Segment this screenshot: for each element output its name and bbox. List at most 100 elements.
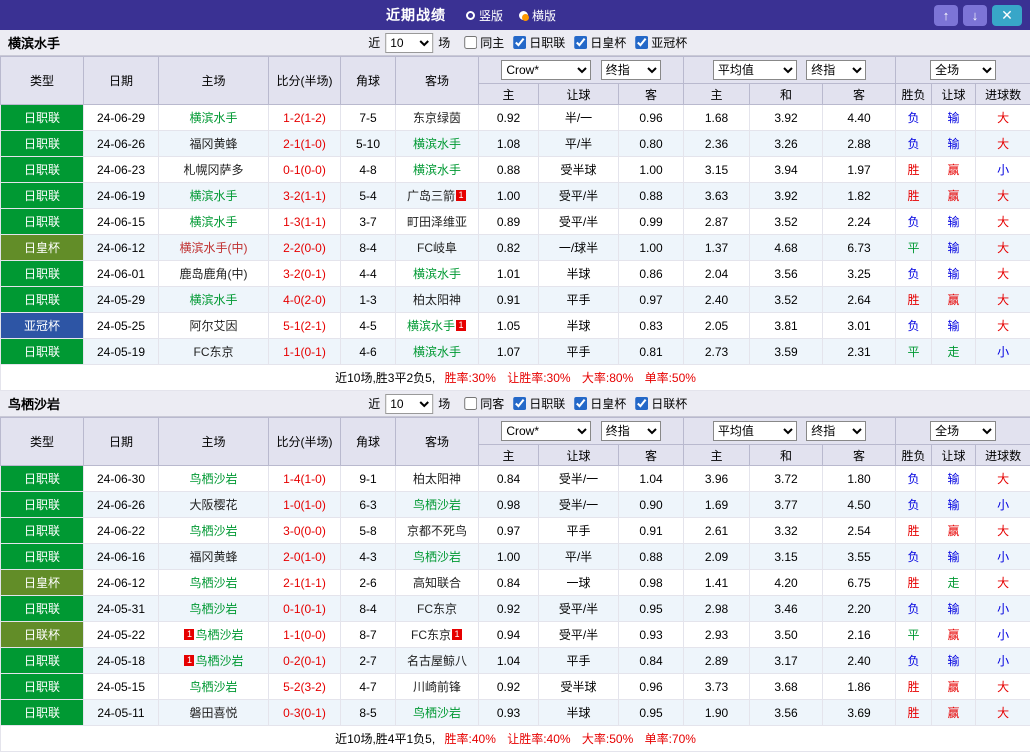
col-header-date: 日期 bbox=[84, 57, 159, 105]
odds-value: 2.40 bbox=[823, 648, 896, 674]
away-team-cell: 横滨水手 bbox=[396, 157, 479, 183]
sub-header-away-avg: 客 bbox=[823, 84, 896, 105]
home-team-link[interactable]: 鸟栖沙岩 bbox=[189, 524, 237, 538]
filter-checkbox[interactable]: 日联杯 bbox=[635, 395, 687, 412]
match-score: 4-0(2-0) bbox=[269, 287, 341, 313]
checkbox-input[interactable] bbox=[513, 36, 526, 49]
near-label: 近 bbox=[368, 34, 380, 51]
close-button[interactable]: ✕ bbox=[992, 5, 1022, 26]
away-team-link[interactable]: 柏太阳神 bbox=[413, 293, 461, 307]
home-team-link[interactable]: 1鸟栖沙岩 bbox=[183, 654, 243, 668]
odds-company-select[interactable]: Crow* bbox=[501, 421, 591, 441]
away-team-link[interactable]: 横滨水手 bbox=[413, 345, 461, 359]
odds-value: 6.73 bbox=[823, 235, 896, 261]
sub-header-goals: 进球数 bbox=[976, 445, 1030, 466]
away-team-link[interactable]: 柏太阳神 bbox=[413, 472, 461, 486]
matches-table: 类型 日期 主场 比分(半场) 角球 客场 Crow* 终指 平均值 终指 全场 bbox=[0, 417, 1030, 752]
average-odds-select[interactable]: 平均值 bbox=[713, 60, 797, 80]
filter-checkbox[interactable]: 亚冠杯 bbox=[635, 34, 687, 51]
league-badge: 亚冠杯 bbox=[1, 313, 84, 339]
odds-value: 1.82 bbox=[823, 183, 896, 209]
home-team-link[interactable]: 鸟栖沙岩 bbox=[189, 472, 237, 486]
away-team-link[interactable]: 横滨水手1 bbox=[407, 319, 467, 333]
match-row: 日职联24-06-19横滨水手3-2(1-1)5-4广岛三箭11.00受平/半0… bbox=[1, 183, 1030, 209]
away-team-link[interactable]: 鸟栖沙岩 bbox=[413, 498, 461, 512]
odds-value: 3.68 bbox=[750, 674, 823, 700]
result-flag: 胜 bbox=[896, 183, 932, 209]
away-team-link[interactable]: 横滨水手 bbox=[413, 267, 461, 281]
checkbox-input[interactable] bbox=[574, 36, 587, 49]
away-team-link[interactable]: 高知联合 bbox=[413, 576, 461, 590]
odds-value: 1.97 bbox=[823, 157, 896, 183]
checkbox-input[interactable] bbox=[513, 397, 526, 410]
games-count-select[interactable]: 10 bbox=[385, 33, 433, 53]
filter-checkbox[interactable]: 同客 bbox=[464, 395, 504, 412]
away-team-link[interactable]: 鸟栖沙岩 bbox=[413, 550, 461, 564]
away-team-link[interactable]: 京都不死鸟 bbox=[407, 524, 467, 538]
average-time-select[interactable]: 终指 bbox=[806, 421, 866, 441]
matches-table: 类型 日期 主场 比分(半场) 角球 客场 Crow* 终指 平均值 终指 全场 bbox=[0, 56, 1030, 391]
home-team-link[interactable]: 札幌冈萨多 bbox=[183, 163, 243, 177]
home-team-link[interactable]: 福冈黄蜂 bbox=[189, 137, 237, 151]
away-team-link[interactable]: 东京绿茵 bbox=[413, 111, 461, 125]
away-team-link[interactable]: FC东京1 bbox=[411, 628, 463, 642]
checkbox-input[interactable] bbox=[574, 397, 587, 410]
home-team-link[interactable]: 鸟栖沙岩 bbox=[189, 680, 237, 694]
team-name: 鸟栖沙岩 bbox=[8, 394, 60, 413]
checkbox-input[interactable] bbox=[464, 397, 477, 410]
away-team-link[interactable]: 名古屋鲸八 bbox=[407, 654, 467, 668]
result-flag: 负 bbox=[896, 648, 932, 674]
filter-checkbox[interactable]: 同主 bbox=[464, 34, 504, 51]
home-team-link[interactable]: 鸟栖沙岩 bbox=[189, 576, 237, 590]
away-team-link[interactable]: 广岛三箭1 bbox=[407, 189, 467, 203]
match-date: 24-06-01 bbox=[84, 261, 159, 287]
match-score: 1-1(0-1) bbox=[269, 339, 341, 365]
away-team-link[interactable]: 町田泽维亚 bbox=[407, 215, 467, 229]
away-team-link[interactable]: FC东京 bbox=[417, 602, 457, 616]
layout-radio-selected[interactable]: 横版 bbox=[519, 7, 556, 24]
odds-time-select[interactable]: 终指 bbox=[601, 421, 661, 441]
odds-value: 受平/半 bbox=[539, 622, 619, 648]
odds-company-select[interactable]: Crow* bbox=[501, 60, 591, 80]
home-team-link[interactable]: 鸟栖沙岩 bbox=[189, 602, 237, 616]
home-team-link[interactable]: 横滨水手 bbox=[189, 111, 237, 125]
move-down-button[interactable]: ↓ bbox=[963, 5, 987, 26]
layout-radio-option[interactable]: 竖版 bbox=[466, 7, 503, 24]
filter-checkbox[interactable]: 日职联 bbox=[513, 395, 565, 412]
average-time-select[interactable]: 终指 bbox=[806, 60, 866, 80]
filter-checkbox[interactable]: 日皇杯 bbox=[574, 34, 626, 51]
home-team-link[interactable]: 磐田喜悦 bbox=[189, 706, 237, 720]
home-team-link[interactable]: 福冈黄蜂 bbox=[189, 550, 237, 564]
result-flag: 负 bbox=[896, 131, 932, 157]
match-scope-select[interactable]: 全场 bbox=[930, 421, 996, 441]
col-header-home: 主场 bbox=[159, 418, 269, 466]
checkbox-input[interactable] bbox=[635, 397, 648, 410]
home-team-link[interactable]: 横滨水手 bbox=[189, 293, 237, 307]
filter-checkbox[interactable]: 日皇杯 bbox=[574, 395, 626, 412]
checkbox-input[interactable] bbox=[464, 36, 477, 49]
home-team-link[interactable]: 大阪樱花 bbox=[189, 498, 237, 512]
away-team-link[interactable]: 鸟栖沙岩 bbox=[413, 706, 461, 720]
league-badge: 日职联 bbox=[1, 518, 84, 544]
home-team-link[interactable]: 横滨水手 bbox=[189, 189, 237, 203]
odds-time-select[interactable]: 终指 bbox=[601, 60, 661, 80]
filter-checkbox[interactable]: 日职联 bbox=[513, 34, 565, 51]
home-team-link[interactable]: 横滨水手 bbox=[189, 215, 237, 229]
home-team-link[interactable]: 1鸟栖沙岩 bbox=[183, 628, 243, 642]
away-team-link[interactable]: 横滨水手 bbox=[413, 163, 461, 177]
home-team-link[interactable]: 鹿岛鹿角(中) bbox=[180, 267, 248, 281]
home-team-link[interactable]: 阿尔艾因 bbox=[189, 319, 237, 333]
checkbox-input[interactable] bbox=[635, 36, 648, 49]
match-scope-select[interactable]: 全场 bbox=[930, 60, 996, 80]
move-up-button[interactable]: ↑ bbox=[934, 5, 958, 26]
odds-value: 2.31 bbox=[823, 339, 896, 365]
away-team-link[interactable]: 川崎前锋 bbox=[413, 680, 461, 694]
away-team-link[interactable]: FC岐阜 bbox=[417, 241, 457, 255]
home-team-link[interactable]: 横滨水手(中) bbox=[180, 241, 248, 255]
away-team-link[interactable]: 横滨水手 bbox=[413, 137, 461, 151]
home-team-link[interactable]: FC东京 bbox=[194, 345, 234, 359]
games-count-select[interactable]: 10 bbox=[385, 394, 433, 414]
odds-value: 1.04 bbox=[619, 466, 684, 492]
sub-header-home-avg: 主 bbox=[684, 445, 750, 466]
average-odds-select[interactable]: 平均值 bbox=[713, 421, 797, 441]
